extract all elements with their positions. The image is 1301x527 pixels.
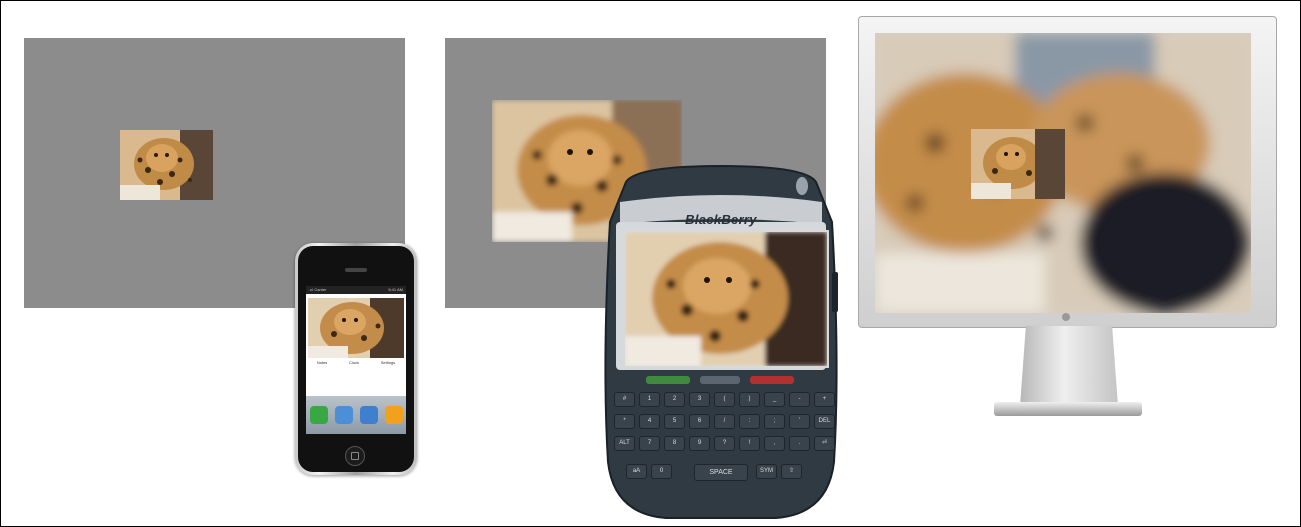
status-time: 5:41 AM xyxy=(388,287,403,292)
blackberry-device: BlackBerry # 1 2 3 ( ) _ - + * 4 5 6 /:… xyxy=(596,162,846,522)
key[interactable]: - xyxy=(789,392,810,407)
key[interactable]: / xyxy=(714,414,735,429)
enter-key[interactable]: ⏎ xyxy=(814,436,835,451)
apple-logo-icon xyxy=(1062,313,1070,321)
key[interactable]: 9 xyxy=(689,436,710,451)
key[interactable]: . xyxy=(789,436,810,451)
key[interactable]: ' xyxy=(789,414,810,429)
key[interactable]: 5 xyxy=(664,414,685,429)
key[interactable]: 8 xyxy=(664,436,685,451)
key[interactable]: 3 xyxy=(689,392,710,407)
iphone-device: .ııl Carrier 5:41 AM Notes Clock Setting… xyxy=(295,243,417,475)
key[interactable]: 6 xyxy=(689,414,710,429)
sharp-leopard-inset xyxy=(971,129,1065,199)
iphone-dock xyxy=(306,396,406,434)
key[interactable]: DEL xyxy=(814,414,835,429)
key[interactable]: 1 xyxy=(639,392,660,407)
key[interactable]: ? xyxy=(714,436,735,451)
key[interactable]: _ xyxy=(764,392,785,407)
tab-clock[interactable]: Clock xyxy=(349,358,359,368)
key[interactable]: 0 xyxy=(651,464,672,479)
monitor-screen xyxy=(875,33,1251,313)
leopard-thumbnail-small xyxy=(120,130,213,200)
key[interactable]: 7 xyxy=(639,436,660,451)
ipod-icon[interactable] xyxy=(384,406,403,424)
key[interactable]: 4 xyxy=(639,414,660,429)
iphone-screen: .ııl Carrier 5:41 AM Notes Clock Setting… xyxy=(306,286,406,434)
keyboard-row-4: aA 0 xyxy=(626,464,672,479)
key[interactable]: ; xyxy=(764,414,785,429)
key[interactable]: ! xyxy=(739,436,760,451)
key[interactable]: ) xyxy=(739,392,760,407)
iphone-leopard-image xyxy=(308,298,404,358)
key[interactable]: aA xyxy=(626,464,647,479)
phone-icon[interactable] xyxy=(309,406,328,424)
key[interactable]: * xyxy=(614,414,635,429)
key[interactable]: ALT xyxy=(614,436,635,451)
monitor-stand-foot xyxy=(994,402,1142,416)
key[interactable]: ( xyxy=(714,392,735,407)
earpiece-speaker xyxy=(345,268,367,272)
tab-settings[interactable]: Settings xyxy=(381,358,395,368)
leopard-and-panther-photo-svg xyxy=(875,33,1251,313)
leopard-photo-small-svg xyxy=(120,130,213,200)
keyboard-row-1: # 1 2 3 ( ) _ - + xyxy=(614,392,835,407)
monitor-device xyxy=(858,16,1277,328)
leopard-photo-iphone-svg xyxy=(308,298,404,358)
blackberry-screen xyxy=(623,230,829,368)
safari-icon[interactable] xyxy=(359,406,378,424)
space-key[interactable]: SPACE xyxy=(694,464,748,481)
iphone-tab-bar: Notes Clock Settings xyxy=(306,358,406,368)
home-button[interactable] xyxy=(345,446,365,466)
key[interactable]: : xyxy=(739,414,760,429)
status-bar: .ııl Carrier 5:41 AM xyxy=(306,286,406,294)
monitor-stand-neck xyxy=(1020,326,1118,406)
carrier-label: .ııl Carrier xyxy=(309,287,327,292)
key[interactable]: + xyxy=(814,392,835,407)
keyboard-row-4-right: SYM ⇧ xyxy=(756,464,802,479)
key[interactable]: , xyxy=(764,436,785,451)
shift-key[interactable]: ⇧ xyxy=(781,464,802,479)
keyboard-row-3: ALT 7 8 9 ? ! , . ⏎ xyxy=(614,436,835,451)
blackberry-logo: BlackBerry xyxy=(685,212,757,227)
mail-icon[interactable] xyxy=(334,406,353,424)
tab-notes[interactable]: Notes xyxy=(317,358,327,368)
sym-key[interactable]: SYM xyxy=(756,464,777,479)
keyboard-row-2: * 4 5 6 / : ; ' DEL xyxy=(614,414,835,429)
iphone-body: .ııl Carrier 5:41 AM Notes Clock Setting… xyxy=(298,246,414,472)
leopard-photo-blackberry-svg xyxy=(625,232,827,366)
key[interactable]: # xyxy=(614,392,635,407)
key[interactable]: 2 xyxy=(664,392,685,407)
